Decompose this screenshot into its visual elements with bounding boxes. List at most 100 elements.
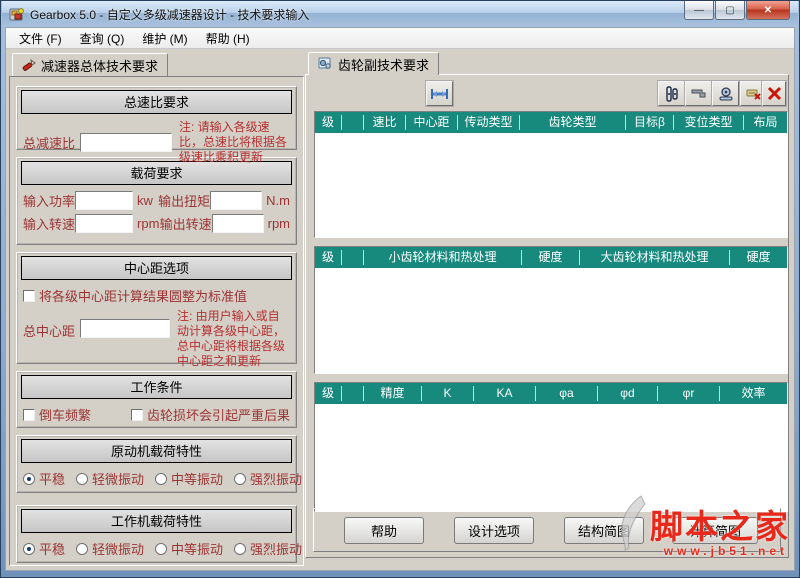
cylindrical-gear-pair-button[interactable] bbox=[658, 81, 685, 106]
output-torque-label: 输出扭矩 bbox=[158, 191, 210, 210]
bevel-gear-pair-button[interactable] bbox=[685, 81, 712, 106]
col-drive-type: 传动类型 bbox=[457, 115, 519, 130]
col-gear-type: 齿轮类型 bbox=[519, 115, 625, 130]
col-stage: 级 bbox=[315, 250, 341, 265]
col-selector bbox=[341, 250, 363, 265]
output-torque-unit: N.m bbox=[266, 193, 290, 208]
design-options-button[interactable]: 设计选项 bbox=[454, 517, 534, 544]
gear-damage-label: 齿轮损坏会引起严重后果 bbox=[147, 405, 290, 424]
maximize-button[interactable]: ▢ bbox=[715, 1, 745, 20]
close-button[interactable]: ✕ bbox=[746, 1, 790, 20]
group-center-distance: 中心距选项 将各级中心距计算结果圆整为标准值 总中心距 注: 由用户输入或自动计… bbox=[16, 252, 297, 364]
group-load: 载荷要求 输入功率 kw 输出扭矩 N.m 输入转速 rpm 输出转速 bbox=[16, 157, 297, 245]
machine-light-vibration-radio[interactable] bbox=[76, 543, 88, 555]
group-total-ratio-title: 总速比要求 bbox=[21, 90, 292, 114]
material-table-body[interactable] bbox=[315, 268, 787, 373]
minimize-button[interactable]: — bbox=[684, 1, 714, 20]
output-torque-input[interactable] bbox=[210, 191, 262, 210]
app-window: Gearbox 5.0 - 自定义多级减速器设计 - 技术要求输入 — ▢ ✕ … bbox=[0, 0, 800, 578]
gear-pair-tab-icon bbox=[318, 57, 333, 71]
col-shift-type: 变位类型 bbox=[673, 115, 743, 130]
machine-steady-radio[interactable] bbox=[23, 543, 35, 555]
machine-strong-vibration-label: 强烈振动 bbox=[250, 539, 302, 558]
precision-table-body[interactable] bbox=[315, 404, 787, 511]
gear-pair-panel: 级 速比 中心距 传动类型 齿轮类型 目标β 变位类型 布局 bbox=[305, 74, 789, 558]
material-table-header: 级 小齿轮材料和热处理 硬度 大齿轮材料和热处理 硬度 bbox=[315, 247, 787, 268]
machine-medium-vibration-radio[interactable] bbox=[155, 543, 167, 555]
input-power-unit: kw bbox=[137, 193, 158, 208]
total-center-distance-label: 总中心距 bbox=[23, 321, 75, 340]
col-stage: 级 bbox=[315, 386, 341, 401]
stage-ratio-table-header: 级 速比 中心距 传动类型 齿轮类型 目标β 变位类型 布局 bbox=[315, 112, 787, 133]
reducer-overall-panel: 总速比要求 总减速比 注: 请输入各级速比，总速比将根据各级速比乘积更新 载荷要… bbox=[9, 76, 304, 566]
delete-all-button[interactable] bbox=[762, 81, 786, 106]
motor-medium-vibration-radio[interactable] bbox=[155, 473, 167, 485]
col-k: K bbox=[421, 386, 473, 401]
round-center-distance-checkbox[interactable] bbox=[23, 290, 35, 302]
stage-ratio-table[interactable]: 级 速比 中心距 传动类型 齿轮类型 目标β 变位类型 布局 bbox=[314, 111, 788, 238]
col-phi-r: φr bbox=[657, 386, 719, 401]
group-center-distance-title: 中心距选项 bbox=[21, 256, 292, 280]
col-pinion-material: 小齿轮材料和热处理 bbox=[363, 250, 521, 265]
col-selector bbox=[341, 386, 363, 401]
delete-stage-icon bbox=[746, 87, 762, 101]
output-speed-input[interactable] bbox=[212, 214, 264, 233]
bottom-button-bar: 帮助 设计选项 结构简图 计算简图 bbox=[313, 508, 781, 552]
menu-maintain[interactable]: 维护 (M) bbox=[133, 28, 196, 49]
frequent-reverse-label: 倒车频繁 bbox=[39, 405, 131, 424]
total-ratio-note: 注: 请输入各级速比，总速比将根据各级速比乘积更新 bbox=[179, 120, 290, 165]
calculation-diagram-button[interactable]: 计算简图 bbox=[672, 517, 758, 544]
input-speed-unit: rpm bbox=[137, 216, 160, 231]
stage-ratio-table-body[interactable] bbox=[315, 133, 787, 237]
machine-steady-label: 平稳 bbox=[39, 539, 65, 558]
red-pen-icon bbox=[22, 58, 36, 72]
menu-query[interactable]: 查询 (Q) bbox=[71, 28, 134, 49]
structure-diagram-button[interactable]: 结构简图 bbox=[564, 517, 644, 544]
group-work-condition: 工作条件 倒车频繁 齿轮损坏会引起严重后果 bbox=[16, 371, 297, 428]
precision-table-header: 级 精度 K KA φa φd φr 效率 bbox=[315, 383, 787, 404]
col-phi-d: φd bbox=[597, 386, 657, 401]
total-center-distance-input[interactable] bbox=[80, 319, 170, 338]
col-phi-a: φa bbox=[535, 386, 597, 401]
col-pinion-hardness: 硬度 bbox=[521, 250, 579, 265]
app-icon bbox=[9, 6, 25, 22]
total-ratio-label: 总减速比 bbox=[23, 133, 75, 152]
tab-gear-pair[interactable]: 齿轮副技术要求 bbox=[308, 52, 439, 75]
col-wheel-hardness: 硬度 bbox=[729, 250, 787, 265]
col-precision: 精度 bbox=[363, 386, 421, 401]
menu-help[interactable]: 帮助 (H) bbox=[197, 28, 259, 49]
input-speed-input[interactable] bbox=[75, 214, 133, 233]
output-speed-unit: rpm bbox=[268, 216, 290, 231]
machine-light-vibration-label: 轻微振动 bbox=[92, 539, 144, 558]
client-area: 文件 (F) 查询 (Q) 维护 (M) 帮助 (H) 减速器总体技术要求 bbox=[5, 27, 795, 571]
content-area: 减速器总体技术要求 总速比要求 总减速比 注: 请输入各级速比，总速比将根据各级… bbox=[6, 50, 794, 570]
tab-reducer-overall[interactable]: 减速器总体技术要求 bbox=[12, 53, 168, 76]
menu-file[interactable]: 文件 (F) bbox=[10, 28, 71, 49]
group-work-condition-title: 工作条件 bbox=[21, 375, 292, 399]
col-ka: KA bbox=[473, 386, 535, 401]
gear-damage-checkbox[interactable] bbox=[131, 409, 143, 421]
group-total-ratio: 总速比要求 总减速比 注: 请输入各级速比，总速比将根据各级速比乘积更新 bbox=[16, 86, 297, 150]
group-motor-load: 原动机载荷特性 平稳 轻微振动 中等振动 强烈振动 bbox=[16, 435, 297, 493]
center-distance-button[interactable] bbox=[426, 81, 453, 106]
motor-light-vibration-radio[interactable] bbox=[76, 473, 88, 485]
motor-medium-vibration-label: 中等振动 bbox=[171, 469, 223, 488]
tab-gear-pair-label: 齿轮副技术要求 bbox=[338, 55, 429, 74]
input-power-input[interactable] bbox=[75, 191, 133, 210]
window-title: Gearbox 5.0 - 自定义多级减速器设计 - 技术要求输入 bbox=[30, 6, 309, 23]
material-table[interactable]: 级 小齿轮材料和热处理 硬度 大齿轮材料和热处理 硬度 bbox=[314, 246, 788, 374]
help-button[interactable]: 帮助 bbox=[344, 517, 424, 544]
motor-strong-vibration-radio[interactable] bbox=[234, 473, 246, 485]
motor-steady-radio[interactable] bbox=[23, 473, 35, 485]
frequent-reverse-checkbox[interactable] bbox=[23, 409, 35, 421]
cylindrical-gear-pair-icon bbox=[664, 86, 680, 102]
worm-gear-pair-button[interactable] bbox=[712, 81, 739, 106]
col-layout: 布局 bbox=[743, 115, 787, 130]
precision-table[interactable]: 级 精度 K KA φa φd φr 效率 bbox=[314, 382, 788, 512]
title-bar[interactable]: Gearbox 5.0 - 自定义多级减速器设计 - 技术要求输入 — ▢ ✕ bbox=[2, 1, 798, 27]
delete-all-icon bbox=[767, 86, 782, 101]
total-ratio-input[interactable] bbox=[80, 133, 172, 152]
col-ratio: 速比 bbox=[363, 115, 405, 130]
input-speed-label: 输入转速 bbox=[23, 214, 75, 233]
machine-strong-vibration-radio[interactable] bbox=[234, 543, 246, 555]
